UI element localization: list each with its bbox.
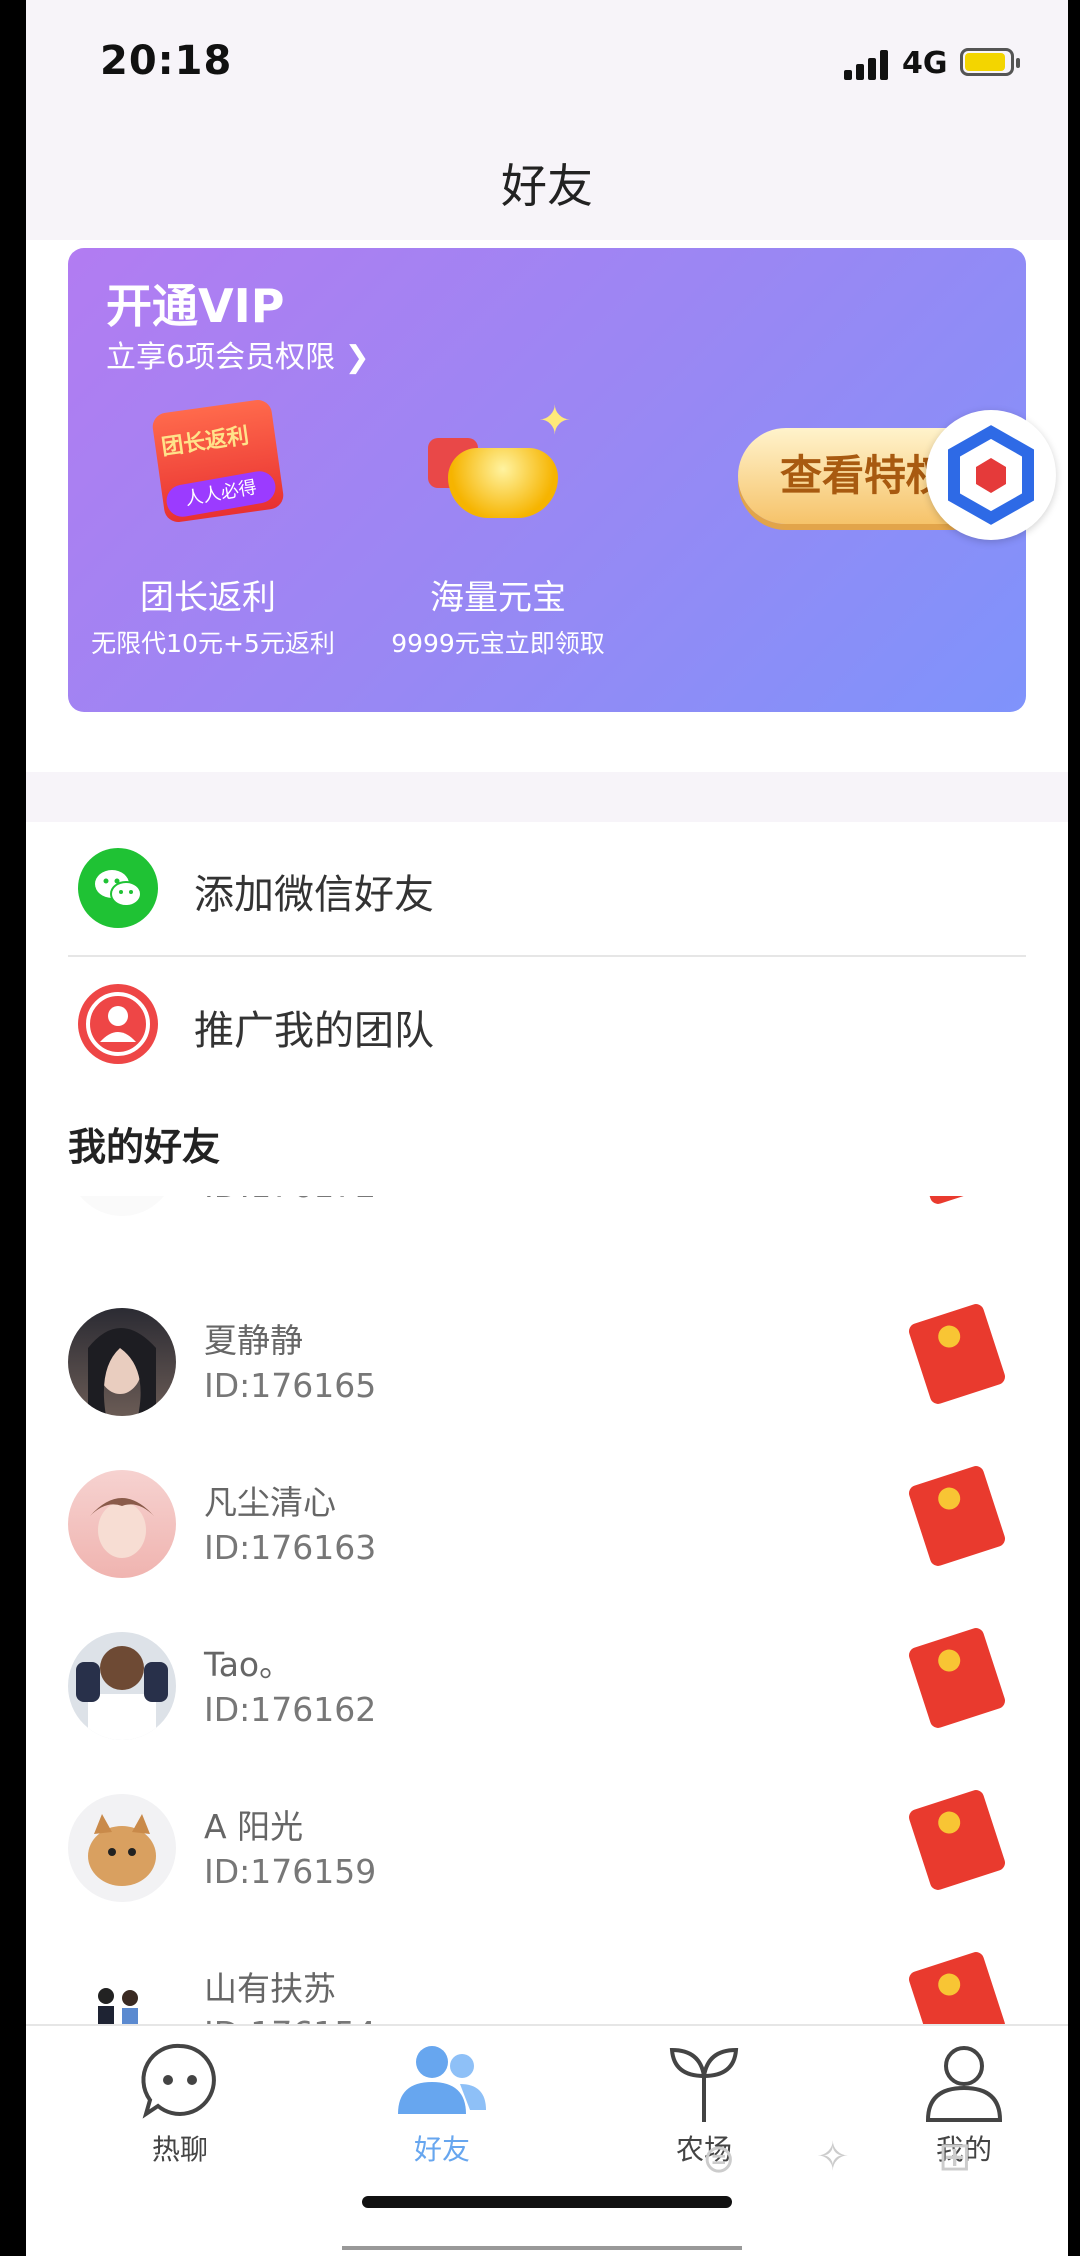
friend-name: 凡尘清心	[204, 1483, 336, 1522]
team-rebate-icon: 团长返利 人人必得	[148, 398, 288, 538]
gold-ingot-icon: ✦	[428, 398, 572, 538]
friend-id: ID:176163	[204, 1528, 377, 1567]
red-envelope-icon[interactable]	[906, 1196, 1008, 1206]
my-friends-title: 我的好友	[68, 1125, 221, 1169]
friend-row[interactable]: A 阳光 ID:176159	[26, 1788, 1068, 1952]
status-bar: 20:18 4G	[26, 0, 1068, 130]
friend-name: 山有扶苏	[204, 1969, 336, 2008]
avatar	[68, 1308, 176, 1416]
friend-row[interactable]: 山有扶苏 ID:176154	[26, 1950, 1068, 2024]
add-wechat-friend-label: 添加微信好友	[194, 872, 434, 918]
friend-name: 夏静静	[204, 1321, 303, 1360]
red-envelope-icon[interactable]	[906, 1788, 1008, 1892]
vip-banner[interactable]: 开通VIP 立享6项会员权限 ❯ 团长返利 人人必得 ✦ 团长返利 无限代10元…	[68, 248, 1026, 712]
friend-row[interactable]: ID:176172	[26, 1196, 1068, 1266]
benefit-label-ingot: 海量元宝	[430, 578, 566, 618]
divider	[68, 955, 1026, 957]
ghost-grid-icon: ⊞	[938, 2134, 972, 2180]
friend-id: ID:176172	[204, 1196, 376, 1205]
section-separator	[26, 772, 1068, 822]
friends-icon	[398, 2046, 486, 2114]
friends-list: ID:176172 夏静静 ID:176165 凡尘清心 ID:176163 T…	[26, 1196, 1068, 2024]
friend-id: ID:176162	[204, 1690, 377, 1729]
avatar	[68, 1794, 176, 1902]
benefit-desc-ingot: 9999元宝立即领取	[391, 629, 605, 658]
red-envelope-icon[interactable]	[906, 1302, 1008, 1406]
vip-subtitle[interactable]: 立享6项会员权限 ❯	[106, 332, 370, 376]
person-icon	[78, 984, 158, 1064]
avatar	[68, 1196, 176, 1216]
floating-hexagon-icon[interactable]	[926, 410, 1056, 540]
friend-row[interactable]: 凡尘清心 ID:176163	[26, 1464, 1068, 1628]
friend-id: ID:176154	[204, 2014, 376, 2024]
device-frame: 20:18 4G 好友 开通VIP 立享6项会员权限 ❯ 团长返利 人人必得 ✦…	[0, 0, 1080, 2256]
tab-hot-chat[interactable]: 热聊	[80, 2036, 280, 2176]
promote-team-row[interactable]: 推广我的团队	[26, 958, 1068, 1092]
tab-label: 好友	[413, 2133, 470, 2166]
tab-bar: 热聊 好友 农场 我的 ⊜ ✧ ⊞	[26, 2024, 1068, 2256]
bottom-edge-line	[342, 2246, 742, 2250]
red-envelope-icon[interactable]	[906, 1464, 1008, 1568]
red-envelope-icon[interactable]	[906, 1626, 1008, 1730]
status-time: 20:18	[100, 38, 233, 84]
avatar	[68, 1470, 176, 1578]
screen: 20:18 4G 好友 开通VIP 立享6项会员权限 ❯ 团长返利 人人必得 ✦…	[26, 0, 1068, 2256]
friend-row[interactable]: 夏静静 ID:176165	[26, 1302, 1068, 1466]
avatar	[68, 1632, 176, 1740]
red-envelope-icon[interactable]	[906, 1950, 1008, 2024]
network-type: 4G	[902, 46, 948, 81]
promote-team-label: 推广我的团队	[194, 1008, 434, 1054]
profile-icon	[925, 2046, 1003, 2122]
battery-icon	[960, 48, 1020, 76]
friend-row[interactable]: Tao。 ID:176162	[26, 1626, 1068, 1790]
friend-name: A 阳光	[204, 1807, 304, 1846]
friend-id: ID:176159	[204, 1852, 377, 1891]
wechat-icon	[78, 848, 158, 928]
team-rebate-badge: 团长返利	[159, 423, 251, 461]
ghost-chat-icon: ⊜	[702, 2136, 736, 2182]
ghost-wand-icon: ✧	[816, 2134, 850, 2180]
home-indicator	[362, 2196, 732, 2208]
avatar	[68, 1956, 176, 2024]
chat-bubble-icon	[141, 2043, 216, 2119]
page-title: 好友	[501, 159, 593, 213]
tab-label: 热聊	[151, 2133, 208, 2166]
benefit-label-rebate: 团长返利	[140, 578, 276, 618]
benefit-desc-rebate: 无限代10元+5元返利	[91, 629, 335, 658]
sprout-icon	[669, 2047, 739, 2122]
friend-id: ID:176165	[204, 1366, 377, 1405]
signal-icon	[844, 50, 890, 80]
tab-friends[interactable]: 好友	[342, 2036, 542, 2176]
nav-header: 好友	[26, 130, 1068, 240]
friend-name: Tao。	[204, 1645, 293, 1684]
vip-title: 开通VIP	[106, 279, 285, 333]
add-wechat-friend-row[interactable]: 添加微信好友	[26, 822, 1068, 956]
